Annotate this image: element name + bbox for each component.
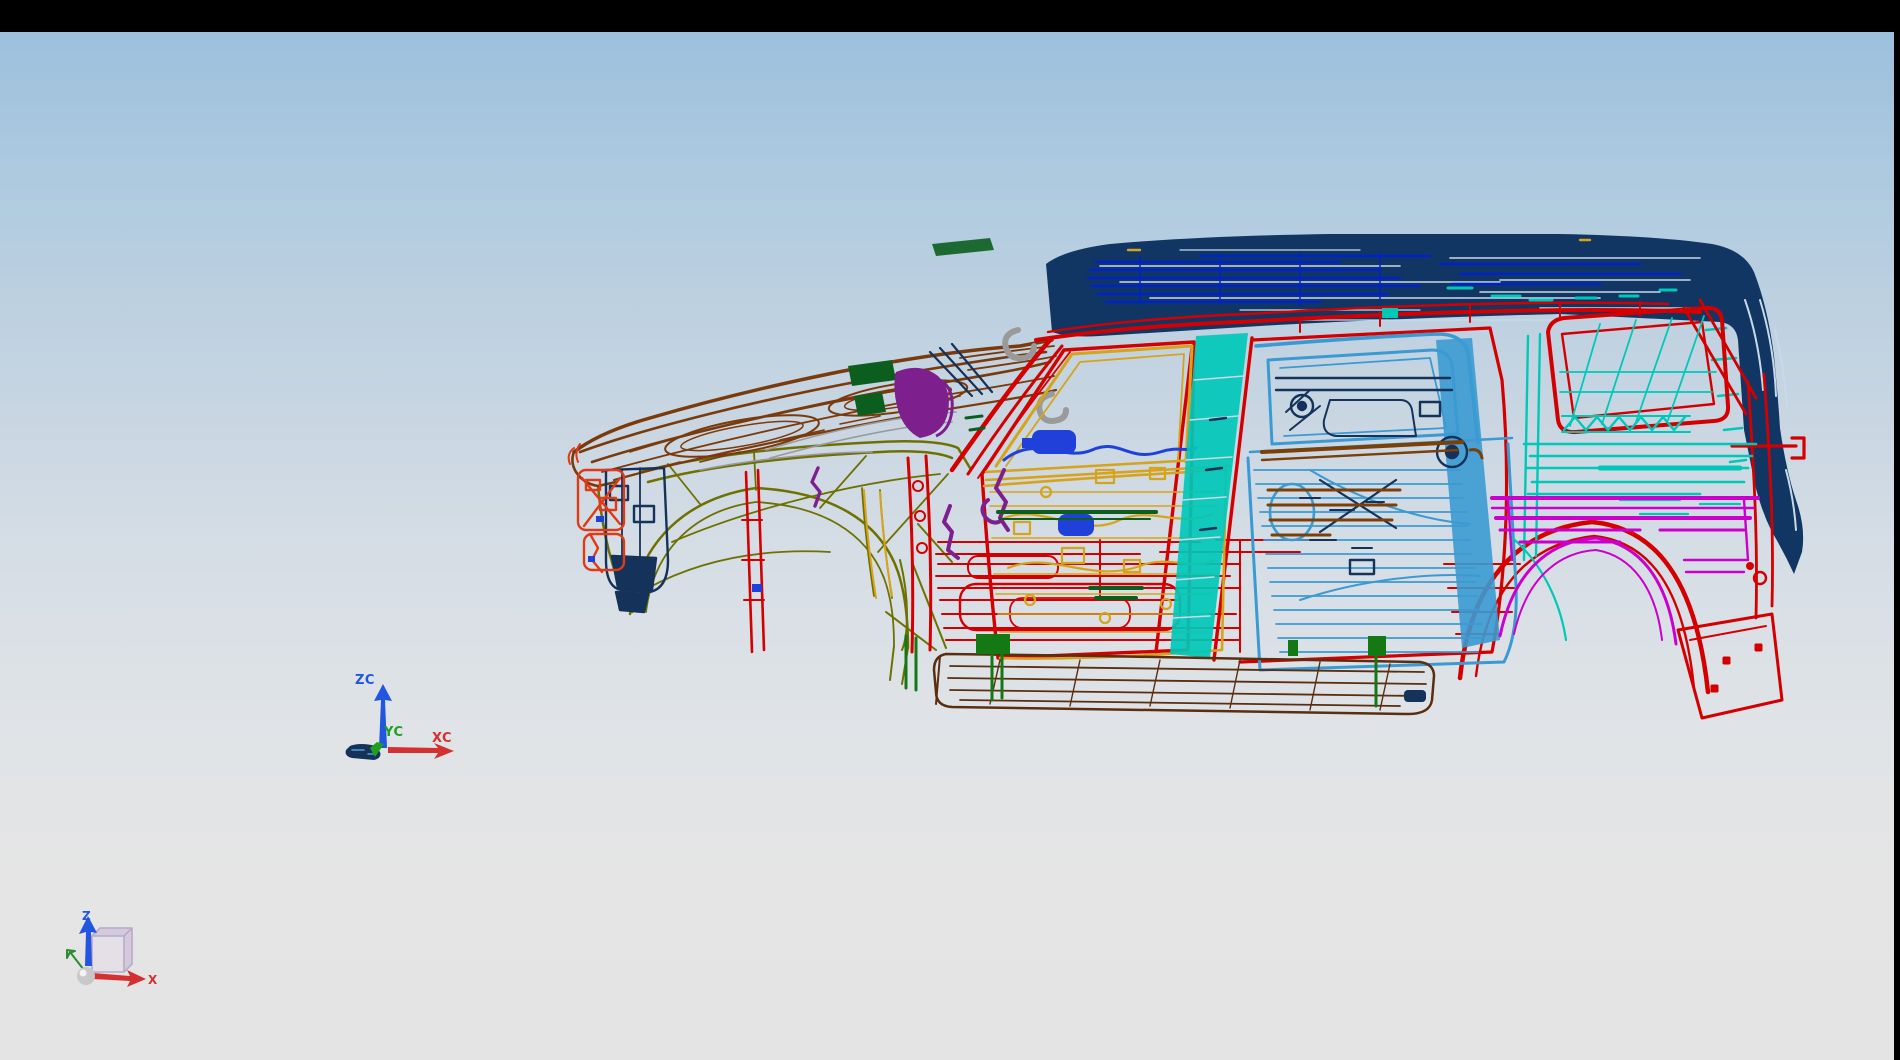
wcs-y-label: YC: [383, 725, 404, 740]
roof-wireframe[interactable]: [1046, 234, 1804, 574]
model-canvas[interactable]: ZC YC XC Z X: [0, 32, 1894, 1060]
latch-teal-part: [1382, 308, 1398, 318]
rocker-wireframe[interactable]: [932, 652, 1436, 716]
front-bumper-bracket[interactable]: [567, 443, 626, 574]
wcs-z-label: ZC: [355, 673, 375, 688]
view-origin-ball[interactable]: [77, 967, 95, 985]
hood-wireframe[interactable]: [571, 338, 1058, 488]
rear-door-internals: [1274, 376, 1469, 576]
ball-highlight: [79, 969, 87, 977]
view-orientation-triad[interactable]: Z X: [66, 909, 158, 987]
view-z-label: Z: [82, 909, 91, 923]
top-black-bar: [0, 0, 1900, 32]
right-black-bar: [1894, 0, 1900, 1060]
cad-application-window: ZC YC XC Z X: [0, 0, 1900, 1060]
view-y-axis[interactable]: [66, 949, 85, 971]
view-x-label: X: [148, 973, 158, 987]
view-cube[interactable]: [91, 927, 133, 973]
wcs-x-label: XC: [432, 731, 452, 746]
rear-quarter-wireframe[interactable]: [1508, 315, 1758, 642]
graphics-viewport[interactable]: ZC YC XC Z X: [0, 32, 1894, 1060]
